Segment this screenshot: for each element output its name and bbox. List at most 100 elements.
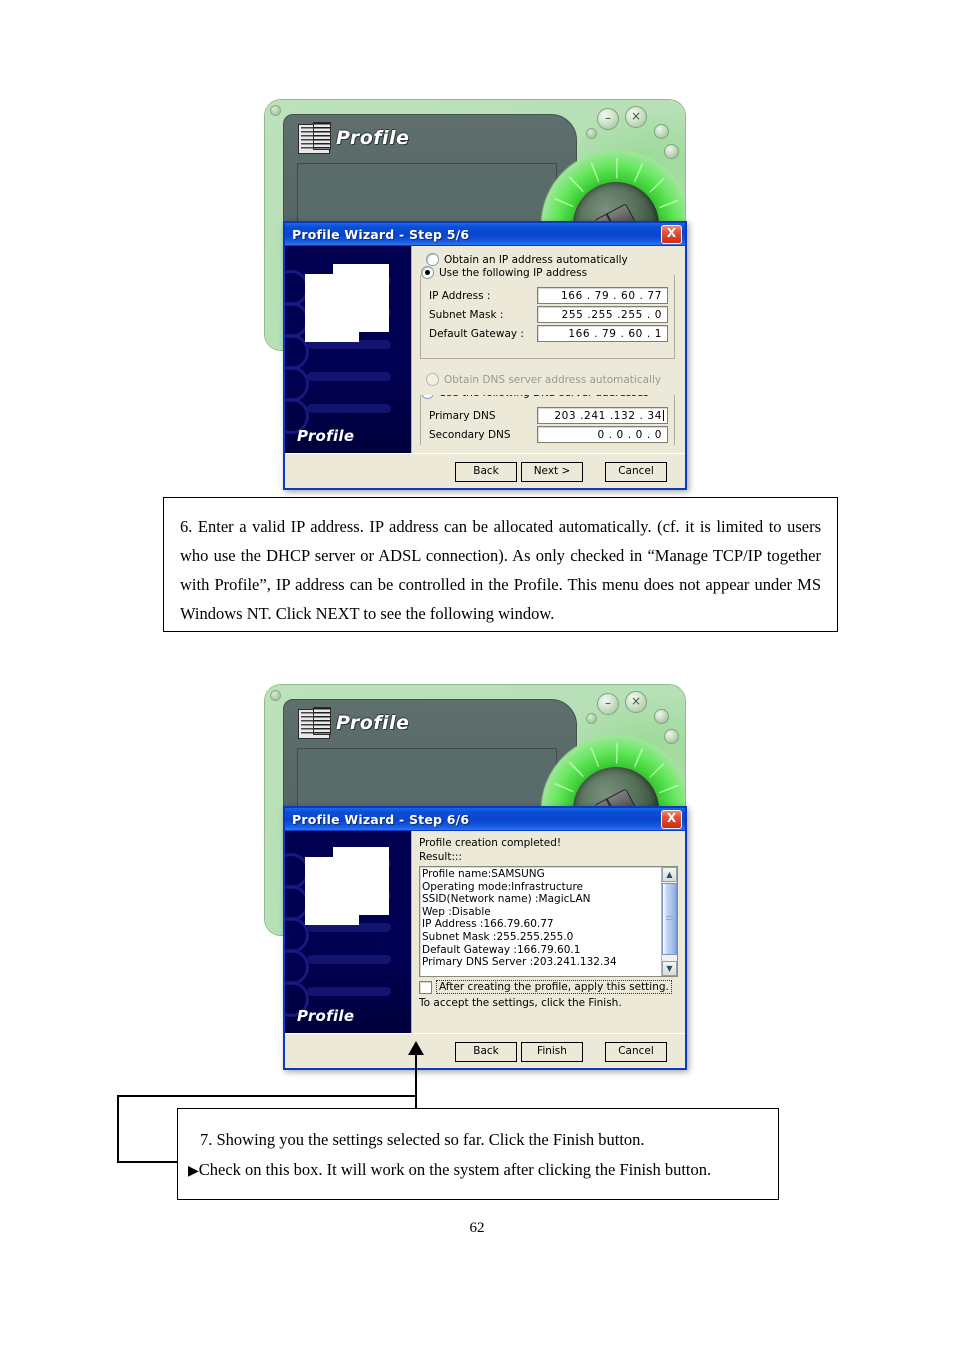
result-list[interactable]: Profile name:SAMSUNG Operating mode:Infr… bbox=[419, 866, 678, 977]
result-line: Profile name:SAMSUNG bbox=[422, 868, 545, 880]
ip-address-row: IP Address : 166 . 79 . 60 . 77 bbox=[429, 287, 668, 304]
secondary-dns-input[interactable]: 0 . 0 . 0 . 0 bbox=[537, 426, 668, 443]
sidebar-bar-9 bbox=[307, 955, 391, 964]
callout-horizontal-bottom bbox=[117, 1161, 185, 1163]
callout-horizontal-top bbox=[117, 1095, 417, 1097]
dialog-title-step5: Profile Wizard - Step 5/6 bbox=[292, 226, 470, 242]
use-following-ip-radio[interactable] bbox=[421, 266, 434, 279]
decorative-dot-7 bbox=[586, 713, 597, 724]
obtain-ip-automatically-radio-row[interactable]: Obtain an IP address automatically bbox=[426, 253, 677, 266]
sidebar-bar-10 bbox=[307, 987, 391, 996]
dialog-titlebar-step6: Profile Wizard - Step 6/6 X bbox=[285, 808, 685, 831]
back-button-step6[interactable]: Back bbox=[455, 1042, 517, 1062]
dialog-sidebar-step6: Profile bbox=[285, 831, 412, 1033]
result-line: Wep :Disable bbox=[422, 905, 491, 918]
sidebar-document-front-icon-2 bbox=[305, 857, 359, 925]
minimize-button-2[interactable]: – bbox=[597, 693, 619, 715]
result-line: SSID(Network name) :MagicLAN bbox=[422, 893, 591, 906]
obtain-ip-automatically-radio[interactable] bbox=[426, 253, 439, 266]
result-label: Result::: bbox=[419, 851, 463, 863]
result-line: IP Address :166.79.60.77 bbox=[422, 918, 554, 931]
primary-dns-row: Primary DNS 203 .241 .132 . 34 bbox=[429, 407, 668, 424]
profile-document-icon-2 bbox=[298, 707, 331, 739]
result-line: Default Gateway :166.79.60.1 bbox=[422, 943, 581, 956]
caption-7-line-1: 7. Showing you the settings selected so … bbox=[200, 1130, 645, 1149]
default-gateway-label: Default Gateway : bbox=[429, 327, 524, 340]
subnet-mask-row: Subnet Mask : 255 .255 .255 . 0 bbox=[429, 306, 668, 323]
decorative-dot-5 bbox=[654, 709, 669, 724]
cancel-button-step6[interactable]: Cancel bbox=[605, 1042, 667, 1062]
decorative-dot-8 bbox=[270, 690, 281, 701]
result-line: Subnet Mask :255.255.255.0 bbox=[422, 930, 574, 943]
use-following-dns-legend[interactable]: Use the following DNS server addresses bbox=[421, 395, 655, 399]
ip-address-input[interactable]: 166 . 79 . 60 . 77 bbox=[537, 287, 668, 304]
obtain-dns-automatically-radio[interactable] bbox=[426, 373, 439, 386]
apply-setting-checkbox-row[interactable]: After creating the profile, apply this s… bbox=[419, 980, 678, 994]
dialog-title-step6: Profile Wizard - Step 6/6 bbox=[292, 811, 470, 827]
app-title: Profile bbox=[336, 127, 410, 149]
use-following-dns-groupbox: Use the following DNS server addresses P… bbox=[420, 395, 675, 445]
secondary-dns-label: Secondary DNS bbox=[429, 428, 511, 441]
primary-dns-label: Primary DNS bbox=[429, 409, 496, 422]
scroll-down-icon[interactable]: ▼ bbox=[662, 961, 677, 976]
apply-setting-label: After creating the profile, apply this s… bbox=[436, 980, 672, 994]
use-following-ip-label: Use the following IP address bbox=[439, 266, 588, 279]
close-icon[interactable]: X bbox=[661, 224, 682, 244]
apply-setting-checkbox[interactable] bbox=[419, 980, 432, 994]
close-button[interactable]: × bbox=[625, 106, 647, 128]
back-button-step5[interactable]: Back bbox=[455, 462, 517, 482]
page-number: 62 bbox=[469, 1220, 485, 1236]
secondary-dns-row: Secondary DNS 0 . 0 . 0 . 0 bbox=[429, 426, 668, 443]
decorative-dot-4 bbox=[270, 105, 281, 116]
decorative-dot-1 bbox=[654, 124, 669, 139]
sidebar-bar-5 bbox=[307, 404, 391, 413]
decorative-dot-3 bbox=[586, 128, 597, 139]
caption-7-line-2: Check on this box. It will work on the s… bbox=[198, 1160, 712, 1179]
use-following-dns-radio[interactable] bbox=[421, 395, 434, 399]
default-gateway-input[interactable]: 166 . 79 . 60 . 1 bbox=[537, 325, 668, 342]
subnet-mask-input[interactable]: 255 .255 .255 . 0 bbox=[537, 306, 668, 323]
cancel-button-step5[interactable]: Cancel bbox=[605, 462, 667, 482]
next-button-step5[interactable]: Next > bbox=[521, 462, 583, 482]
profile-wizard-step5-dialog: Profile Wizard - Step 5/6 X Profile Obta… bbox=[283, 221, 687, 490]
dialog-body-step6: Profile Profile creation completed! Resu… bbox=[285, 831, 685, 1033]
result-scrollbar[interactable]: ▲ ▼ bbox=[661, 867, 677, 976]
callout-left-edge bbox=[117, 1095, 119, 1163]
result-line: Primary DNS Server :203.241.132.34 bbox=[422, 956, 617, 969]
result-line: Operating mode:Infrastructure bbox=[422, 880, 583, 893]
decorative-dot-2 bbox=[664, 144, 679, 159]
scrollbar-thumb[interactable] bbox=[662, 883, 677, 955]
accept-hint-text: To accept the settings, click the Finish… bbox=[419, 997, 622, 1009]
obtain-dns-automatically-radio-row[interactable]: Obtain DNS server address automatically bbox=[426, 373, 677, 386]
paragraph-6-box: 6. Enter a valid IP address. IP address … bbox=[163, 497, 838, 632]
dialog-titlebar-step5: Profile Wizard - Step 5/6 X bbox=[285, 223, 685, 246]
minimize-button[interactable]: – bbox=[597, 108, 619, 130]
obtain-dns-automatically-label: Obtain DNS server address automatically bbox=[444, 373, 662, 386]
sidebar-document-front-icon bbox=[305, 274, 359, 342]
sidebar-label-step6: Profile bbox=[297, 1007, 355, 1025]
dialog-body-step5: Profile Obtain an IP address automatical… bbox=[285, 246, 685, 453]
ip-address-label: IP Address : bbox=[429, 289, 491, 302]
caption-7-line-2-wrapper: ▶Check on this box. It will work on the … bbox=[188, 1155, 764, 1187]
primary-dns-input[interactable]: 203 .241 .132 . 34 bbox=[537, 407, 668, 424]
close-icon-2[interactable]: X bbox=[661, 809, 682, 829]
completion-heading: Profile creation completed! bbox=[419, 837, 562, 849]
caption-7-box: 7. Showing you the settings selected so … bbox=[177, 1108, 779, 1200]
dialog-content-step6: Profile creation completed! Result::: Pr… bbox=[412, 831, 685, 1033]
profile-wizard-step6-dialog: Profile Wizard - Step 6/6 X Profile Prof… bbox=[283, 806, 687, 1070]
dialog-content-step5: Obtain an IP address automatically Use t… bbox=[412, 246, 685, 453]
close-button-2[interactable]: × bbox=[625, 691, 647, 713]
caption-arrow-marker: ▶ bbox=[188, 1164, 199, 1179]
default-gateway-row: Default Gateway : 166 . 79 . 60 . 1 bbox=[429, 325, 668, 342]
paragraph-6-text: 6. Enter a valid IP address. IP address … bbox=[180, 517, 821, 623]
sidebar-ring-9 bbox=[285, 949, 309, 985]
use-following-ip-legend[interactable]: Use the following IP address bbox=[421, 266, 594, 279]
dialog-footer-step6: Back Finish Cancel bbox=[285, 1033, 685, 1068]
scroll-up-icon[interactable]: ▲ bbox=[662, 867, 677, 882]
finish-button-step6[interactable]: Finish bbox=[521, 1042, 583, 1062]
sidebar-bar-4 bbox=[307, 372, 391, 381]
dialog-sidebar-step5: Profile bbox=[285, 246, 412, 453]
obtain-ip-automatically-label: Obtain an IP address automatically bbox=[444, 253, 628, 266]
profile-document-icon bbox=[298, 122, 331, 154]
callout-arrowhead-up bbox=[408, 1041, 424, 1055]
